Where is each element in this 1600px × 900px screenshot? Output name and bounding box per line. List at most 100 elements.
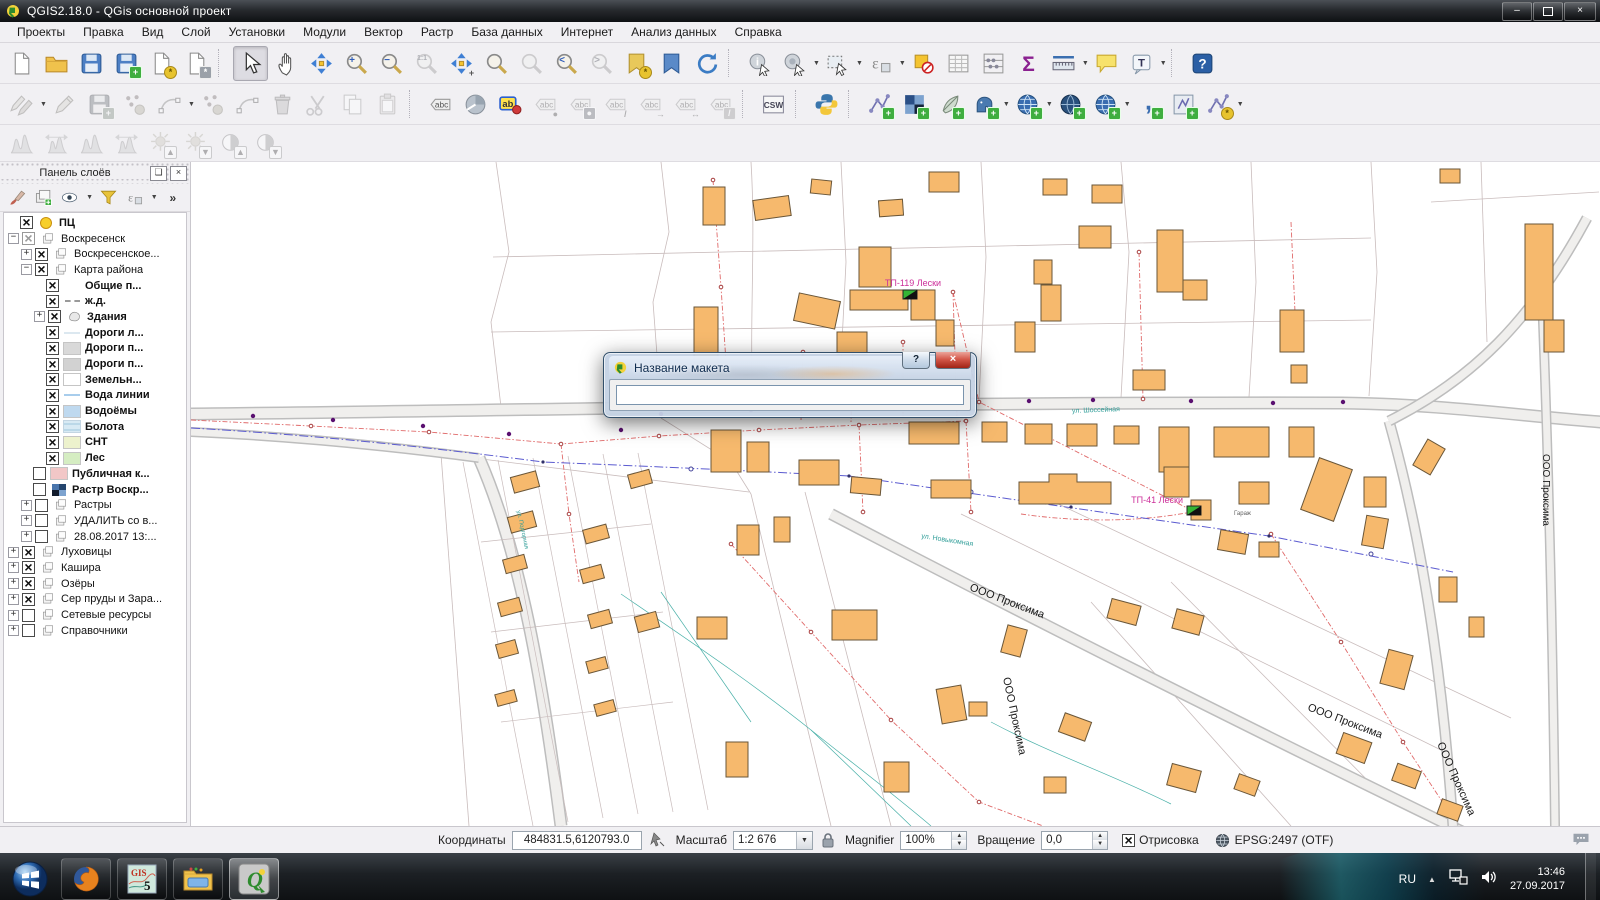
mouse-position-icon[interactable] (650, 832, 666, 848)
layer-visibility-checkbox[interactable] (46, 389, 59, 402)
more-tools-button[interactable]: » (162, 187, 184, 209)
menu-правка[interactable]: Правка (74, 23, 133, 41)
measure-button[interactable] (1047, 47, 1080, 80)
layer-swatch-icon[interactable] (63, 327, 81, 339)
filter-legend-button[interactable] (97, 187, 119, 209)
layer-visibility-checkbox[interactable] (46, 358, 59, 371)
layer-visibility-checkbox[interactable] (33, 483, 46, 496)
volume-icon[interactable] (1480, 869, 1498, 890)
panel-float-button[interactable]: ❏ (150, 166, 167, 181)
layer-tree-item[interactable]: Дороги п... (4, 341, 186, 357)
add-group-button[interactable] (32, 187, 54, 209)
scale-dropdown-icon[interactable]: ▼ (796, 832, 812, 849)
layer-label[interactable]: Болота (85, 421, 124, 433)
tray-clock[interactable]: 13:46 27.09.2017 (1510, 865, 1565, 893)
layer-label[interactable]: Луховицы (61, 546, 112, 558)
layer-swatch-icon[interactable] (63, 405, 81, 417)
open-attribute-table-button[interactable] (942, 47, 975, 80)
layer-tree-item[interactable]: Болота (4, 419, 186, 435)
node-tool-dropdown-icon[interactable]: ▼ (188, 101, 195, 108)
layer-label[interactable]: Земельн... (85, 374, 142, 386)
zoom-in-button[interactable]: + (340, 47, 373, 80)
network-icon[interactable] (1448, 868, 1468, 891)
layer-tree-item[interactable]: Публичная к... (4, 466, 186, 482)
taskbar-qgis[interactable]: Q (229, 858, 279, 900)
measure-dropdown-icon[interactable]: ▼ (1082, 60, 1089, 67)
layer-label[interactable]: Вода линии (85, 389, 150, 401)
add-wfs-layer-dropdown-icon[interactable]: ▼ (1124, 101, 1131, 108)
menu-вектор[interactable]: Вектор (355, 23, 412, 41)
add-raster-layer-button[interactable]: + (898, 88, 931, 121)
crs-status[interactable]: EPSG:2497 (OTF) (1215, 833, 1334, 848)
dialog-help-button[interactable]: ? (902, 352, 930, 369)
layer-swatch-icon[interactable] (39, 562, 57, 574)
layer-tree-item[interactable]: +Сер пруды и Зара... (4, 592, 186, 608)
layer-swatch-icon[interactable] (63, 280, 81, 292)
tree-expander-icon[interactable]: + (8, 625, 19, 636)
zoom-out-button[interactable]: − (375, 47, 408, 80)
add-virtual-layer-button[interactable]: + (1167, 88, 1200, 121)
layer-tree-item[interactable]: + Луховицы (4, 544, 186, 560)
layer-visibility-checkbox[interactable] (33, 467, 46, 480)
current-edits-dropdown-icon[interactable]: ▼ (40, 101, 47, 108)
rotation-spinbox[interactable]: 0,0 ▲▼ (1041, 831, 1108, 850)
run-feature-action-button[interactable] (778, 47, 811, 80)
start-button[interactable] (8, 857, 52, 900)
layer-tree-item[interactable]: −Воскресенск (4, 231, 186, 247)
render-checkbox-box[interactable] (1122, 834, 1135, 847)
help-button[interactable] (1186, 47, 1219, 80)
layer-labeling-button[interactable] (494, 88, 527, 121)
tree-expander-icon[interactable]: − (8, 233, 19, 244)
text-annotation-button[interactable] (1125, 47, 1158, 80)
dialog-close-button[interactable]: × (935, 352, 971, 369)
layer-visibility-checkbox[interactable] (46, 295, 59, 308)
layer-tree-item[interactable]: Водоёмы (4, 403, 186, 419)
map-tips-button[interactable] (1090, 47, 1123, 80)
layer-visibility-checkbox[interactable] (46, 326, 59, 339)
layer-swatch-icon[interactable] (39, 578, 57, 590)
layer-swatch-icon[interactable] (37, 217, 55, 229)
language-indicator[interactable]: RU (1399, 872, 1416, 886)
layer-tree-item[interactable]: Дороги п... (4, 356, 186, 372)
composer-manager-button[interactable]: * (180, 47, 213, 80)
layer-tree-item[interactable]: Вода линии (4, 388, 186, 404)
layer-visibility-checkbox[interactable] (22, 593, 35, 606)
layer-visibility-checkbox[interactable] (22, 624, 35, 637)
touch-zoom-and-pan-button[interactable] (233, 46, 268, 81)
tree-expander-icon[interactable]: + (8, 594, 19, 605)
menu-анализ-данных[interactable]: Анализ данных (622, 23, 725, 41)
layer-visibility-checkbox[interactable] (22, 232, 35, 245)
layer-visibility-checkbox[interactable] (46, 342, 59, 355)
layer-label[interactable]: ПЦ (59, 217, 75, 229)
taskbar-gis-panorama[interactable]: GIS5 (117, 858, 167, 900)
save-project-button[interactable] (75, 47, 108, 80)
layer-label[interactable]: УДАЛИТЬ со в... (74, 515, 157, 527)
tree-expander-icon[interactable]: + (8, 547, 19, 558)
maximize-button[interactable] (1533, 2, 1563, 21)
pan-map-button[interactable] (270, 47, 303, 80)
show-bookmarks-button[interactable] (655, 47, 688, 80)
rotation-spin-arrows[interactable]: ▲▼ (1092, 832, 1107, 849)
text-annotation-dropdown-icon[interactable]: ▼ (1160, 60, 1167, 67)
add-wms-wmts-layer-button[interactable]: + (1011, 88, 1044, 121)
refresh-map-button[interactable] (690, 47, 723, 80)
layer-tree-item[interactable]: + УДАЛИТЬ со в... (4, 513, 186, 529)
layer-label[interactable]: Водоёмы (85, 405, 137, 417)
layer-tree-item[interactable]: +28.08.2017 13:... (4, 529, 186, 545)
layer-visibility-checkbox[interactable] (48, 310, 61, 323)
render-checkbox[interactable]: Отрисовка (1122, 833, 1199, 847)
messages-icon[interactable] (1572, 832, 1590, 849)
layer-visibility-checkbox[interactable] (22, 561, 35, 574)
menu-справка[interactable]: Справка (726, 23, 791, 41)
layer-swatch-icon[interactable] (63, 452, 81, 464)
scale-combo[interactable]: 1:2 676 ▼ (733, 831, 813, 850)
layer-tree-item[interactable]: +Растры (4, 497, 186, 513)
add-delimited-text-layer-button[interactable]: + (1132, 88, 1165, 121)
layer-visibility-checkbox[interactable] (46, 405, 59, 418)
tree-expander-icon[interactable]: + (21, 515, 32, 526)
layer-swatch-icon[interactable] (39, 625, 57, 637)
add-spatialite-layer-button[interactable]: + (933, 88, 966, 121)
tree-expander-icon[interactable]: + (8, 578, 19, 589)
layer-visibility-checkbox[interactable] (35, 248, 48, 261)
coordinates-input[interactable]: 484831.5,6120793.0 (512, 831, 642, 850)
